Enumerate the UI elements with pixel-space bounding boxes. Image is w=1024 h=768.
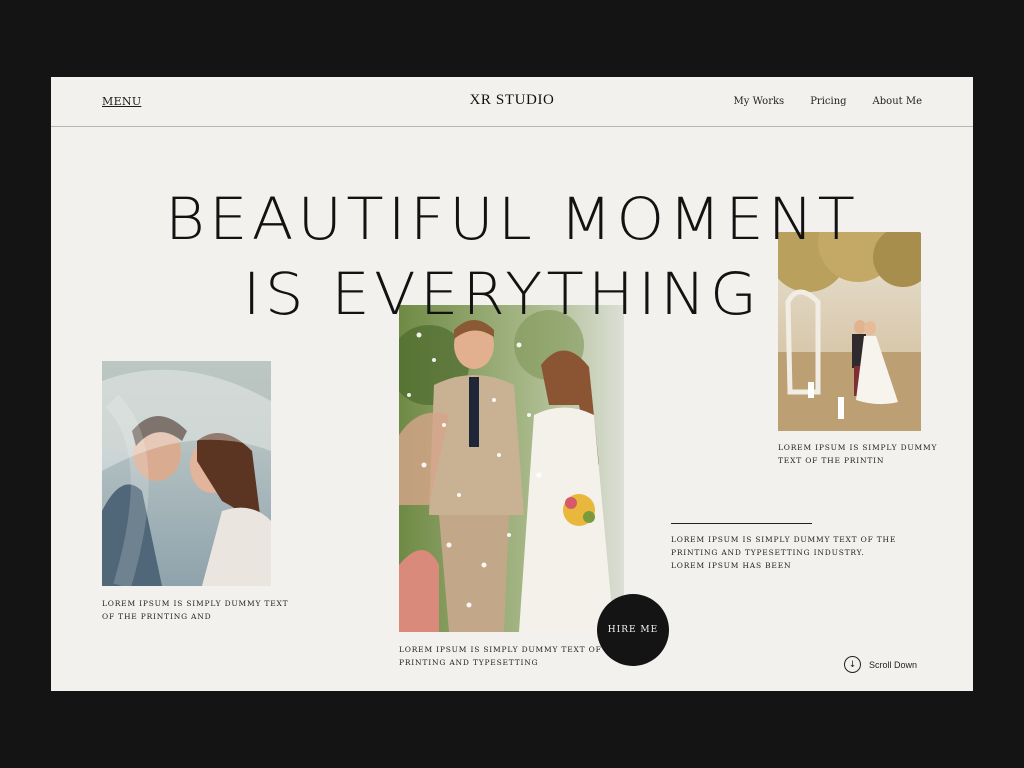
caption-left: LOREM IPSUM IS SIMPLY DUMMY TEXT OF THE … xyxy=(102,599,289,622)
side-description: LOREM IPSUM IS SIMPLY DUMMY TEXT OF THE … xyxy=(671,535,897,571)
caption-right: LOREM IPSUM IS SIMPLY DUMMY TEXT OF THE … xyxy=(778,443,938,466)
hero-headline-line1: BEAUTIFUL MOMENT xyxy=(164,185,860,253)
photo-couple-tree[interactable] xyxy=(778,232,921,431)
photo-couple-petals[interactable] xyxy=(399,305,624,632)
scroll-down-label: Scroll Down xyxy=(869,659,918,670)
hire-me-button[interactable]: HIRE ME xyxy=(597,594,669,666)
nav-link-my-works[interactable]: My Works xyxy=(734,96,785,107)
photo-couple-veil[interactable] xyxy=(102,361,271,586)
top-nav: MENU XR STUDIO My Works Pricing About Me xyxy=(51,77,973,127)
nav-link-pricing[interactable]: Pricing xyxy=(810,96,846,107)
hero-headline-line2: IS EVERYTHING xyxy=(242,260,762,328)
nav-link-about-me[interactable]: About Me xyxy=(873,96,922,107)
divider-line xyxy=(671,523,812,524)
scroll-down-button[interactable]: ↓ Scroll Down xyxy=(844,656,917,673)
page-frame: MENU XR STUDIO My Works Pricing About Me… xyxy=(51,77,973,691)
nav-links: My Works Pricing About Me xyxy=(734,96,922,107)
arrow-down-icon: ↓ xyxy=(844,656,861,673)
caption-center: LOREM IPSUM IS SIMPLY DUMMY TEXT OF THE … xyxy=(399,645,625,668)
